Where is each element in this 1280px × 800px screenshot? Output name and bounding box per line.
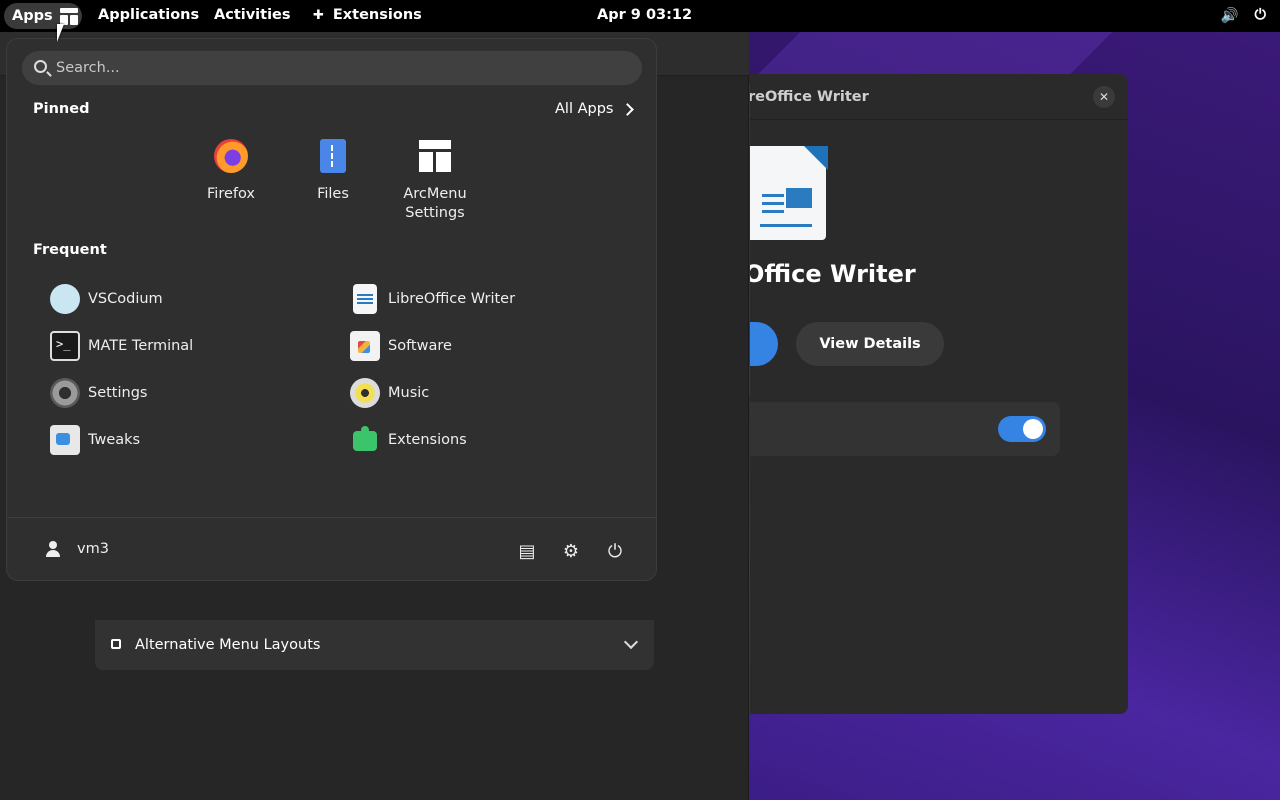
software-icon [350, 331, 380, 361]
frequent-item-music[interactable]: Music [350, 375, 429, 411]
layouts-icon [111, 639, 121, 649]
doc-lines-icon [762, 194, 784, 218]
pinned-title: Pinned [33, 101, 90, 117]
alternative-menu-layouts-row[interactable]: Alternative Menu Layouts [95, 620, 654, 670]
pinned-item-files[interactable]: Files [285, 139, 381, 204]
frequent-item-libreoffice-writer[interactable]: LibreOffice Writer [350, 281, 515, 317]
list-item-label: Software [388, 338, 452, 354]
arcmenu-icon [59, 7, 79, 25]
primary-action-button[interactable] [750, 322, 778, 366]
music-icon [350, 378, 380, 408]
power-icon[interactable]: ⏻ [1255, 7, 1266, 24]
close-icon[interactable]: ✕ [1093, 86, 1115, 108]
list-item-label: Extensions [388, 432, 467, 448]
list-item-label: Settings [88, 385, 148, 401]
frequent-item-extensions[interactable]: Extensions [350, 422, 467, 458]
list-item-label: VSCodium [88, 291, 163, 307]
doc-picture-icon [786, 188, 812, 208]
setting-toggle[interactable] [998, 416, 1046, 442]
list-item-label: Music [388, 385, 430, 401]
dialog-header: reOffice Writer [750, 74, 1128, 120]
all-apps-label: All Apps [555, 101, 614, 117]
gear-icon [50, 378, 80, 408]
files-icon [320, 139, 346, 173]
dialog-app-name: Office Writer [750, 260, 916, 288]
all-apps-button[interactable]: All Apps [555, 101, 635, 117]
firefox-icon [214, 139, 248, 173]
frequent-item-tweaks[interactable]: Tweaks [50, 422, 140, 458]
user-button[interactable]: vm3 [45, 535, 109, 563]
documents-button[interactable]: ▤ [513, 537, 541, 565]
list-item-label: Tweaks [88, 432, 141, 448]
arcmenu-settings-icon [418, 139, 452, 173]
libreoffice-writer-icon [353, 284, 377, 314]
frequent-title: Frequent [33, 242, 107, 258]
frequent-item-settings[interactable]: Settings [50, 375, 147, 411]
extensions-menu[interactable]: ✚ Extensions [313, 7, 422, 23]
puzzle-icon: ✚ [313, 7, 324, 23]
app-details-dialog: reOffice Writer ✕ Office Writer View Det… [750, 74, 1128, 714]
applications-menu[interactable]: Applications [98, 7, 199, 23]
power-icon: ⏻ [607, 540, 623, 562]
search-input[interactable] [56, 51, 616, 85]
pinned-item-arcmenu-settings[interactable]: ArcMenu Settings [387, 139, 483, 223]
terminal-icon [50, 331, 80, 361]
pinned-item-firefox[interactable]: Firefox [183, 139, 279, 204]
mouse-cursor [57, 24, 71, 42]
tweaks-icon [50, 425, 80, 455]
gear-icon: ⚙ [562, 540, 580, 562]
extensions-icon [350, 425, 380, 455]
search-box[interactable] [22, 51, 642, 85]
frequent-item-mate-terminal[interactable]: MATE Terminal [50, 328, 193, 364]
clock[interactable]: Apr 9 03:12 [597, 7, 692, 23]
chevron-right-icon [621, 102, 635, 116]
list-item-label: MATE Terminal [88, 338, 194, 354]
user-name: vm3 [77, 541, 109, 557]
apps-label: Apps [12, 8, 53, 24]
view-details-button[interactable]: View Details [796, 322, 944, 366]
pinned-item-label: Files [317, 186, 349, 202]
dialog-setting-row [750, 402, 1060, 456]
volume-icon[interactable]: 🔊 [1220, 7, 1238, 24]
settings-button[interactable]: ⚙ [557, 537, 585, 565]
search-icon [34, 60, 47, 73]
user-icon [45, 541, 61, 557]
alternative-menu-layouts-label: Alternative Menu Layouts [135, 637, 321, 653]
toggle-knob [1023, 419, 1043, 439]
dialog-title: reOffice Writer [750, 88, 869, 105]
system-tray[interactable]: 🔊 ⏻ [1220, 7, 1266, 24]
activities-button[interactable]: Activities [214, 7, 291, 23]
top-bar: Apps Applications Activities ✚ Extension… [0, 0, 1280, 32]
frequent-item-vscodium[interactable]: VSCodium [50, 281, 163, 317]
doc-line-icon [760, 224, 812, 227]
pinned-item-label: Firefox [207, 186, 255, 202]
power-button[interactable]: ⏻ [601, 537, 629, 565]
list-item-label: LibreOffice Writer [388, 291, 516, 307]
arcmenu-popup: Pinned All Apps Firefox Files ArcMenu Se… [6, 38, 657, 581]
vscodium-icon [50, 284, 80, 314]
frequent-item-software[interactable]: Software [350, 328, 452, 364]
pinned-item-label: ArcMenu Settings [403, 186, 467, 221]
menu-divider [7, 517, 656, 518]
documents-icon: ▤ [518, 540, 536, 562]
extensions-label: Extensions [332, 7, 422, 23]
chevron-down-icon[interactable] [623, 634, 639, 650]
